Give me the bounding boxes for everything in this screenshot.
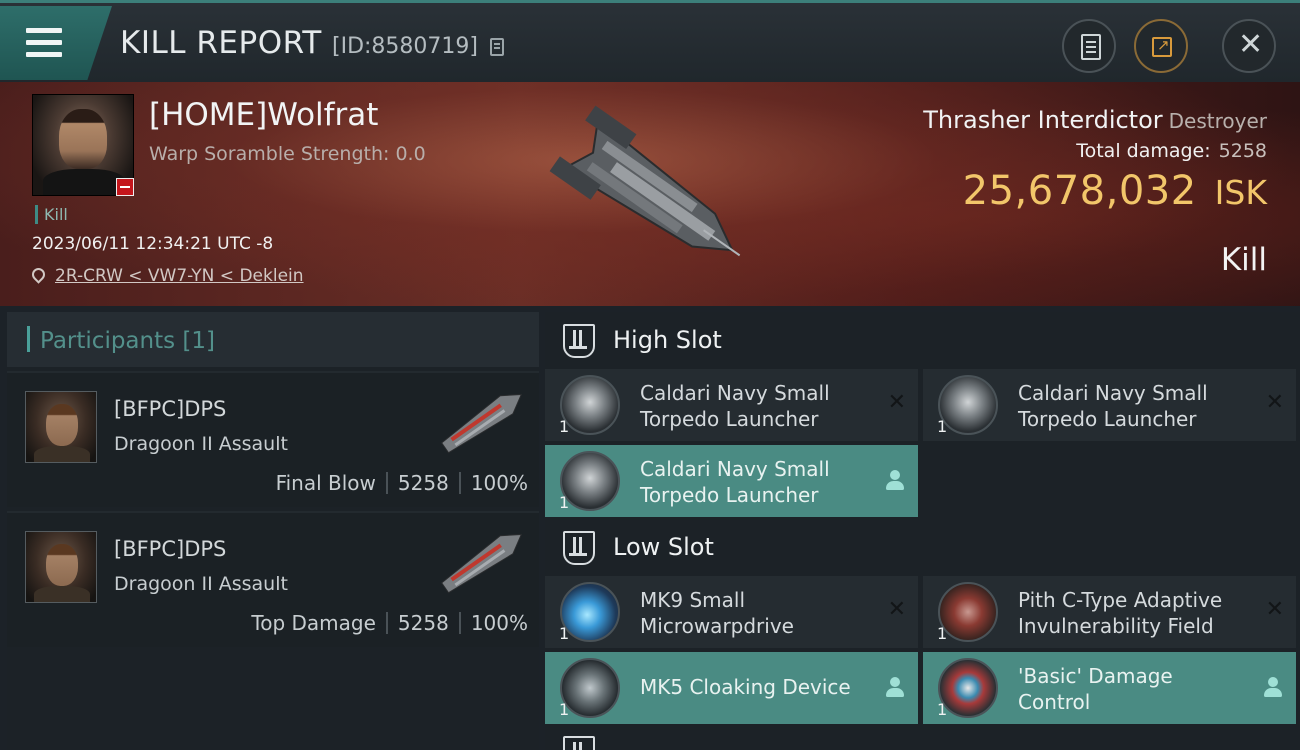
participant-row[interactable]: [BFPC]DPS Dragoon II Assault Top Damage 5… — [7, 511, 539, 647]
close-icon: ✕ — [1238, 27, 1264, 62]
hostile-badge-icon — [116, 178, 134, 196]
module-name: Caldari Navy Small Torpedo Launcher — [640, 381, 830, 431]
total-damage-value: 5258 — [1218, 140, 1267, 162]
module-quantity: 1 — [559, 700, 570, 719]
module-quantity: 1 — [937, 700, 948, 719]
participant-percent: 100% — [470, 611, 528, 635]
victim-name[interactable]: [HOME]Wolfrat — [149, 97, 378, 133]
pilot-icon — [886, 677, 904, 697]
isk-value-row: 25,678,032 ISK — [963, 168, 1267, 214]
participant-percent: 100% — [470, 471, 528, 495]
participant-row[interactable]: [BFPC]DPS Dragoon II Assault Final Blow 5… — [7, 371, 539, 507]
module-item[interactable]: 1 MK9 Small Microwarpdrive ✕ — [545, 576, 918, 648]
kill-tag: Kill — [35, 205, 68, 224]
module-name: Caldari Navy Small Torpedo Launcher — [1018, 381, 1208, 431]
share-button[interactable] — [1134, 19, 1188, 73]
destroyed-icon: ✕ — [1265, 390, 1284, 415]
isk-unit: ISK — [1214, 173, 1267, 212]
participant-ship-image — [441, 393, 523, 454]
destroyed-icon: ✕ — [1265, 597, 1284, 622]
pilot-icon — [886, 470, 904, 490]
module-name: MK9 Small Microwarpdrive — [640, 588, 794, 638]
module-quantity: 1 — [937, 417, 948, 436]
participant-ship-image — [441, 533, 523, 594]
kill-summary-banner: [HOME]Wolfrat Warp Soramble Strength: 0.… — [0, 82, 1300, 306]
total-damage: Total damage: 5258 — [1076, 140, 1267, 162]
module-item[interactable]: 1 Caldari Navy Small Torpedo Launcher — [545, 445, 918, 517]
ship-image — [549, 105, 741, 257]
module-item[interactable]: 1 MK5 Cloaking Device — [545, 652, 918, 724]
notes-button[interactable] — [1062, 19, 1116, 73]
module-item[interactable]: 1 Caldari Navy Small Torpedo Launcher ✕ — [545, 369, 918, 441]
participant-stats: Final Blow 5258 100% — [276, 471, 528, 495]
destroyed-icon: ✕ — [887, 597, 906, 622]
participant-name: [BFPC]DPS — [114, 537, 227, 561]
participants-title: Participants — [40, 328, 176, 354]
low-slot-title: Low Slot — [613, 533, 714, 561]
isk-value: 25,678,032 — [962, 168, 1197, 214]
module-quantity: 1 — [559, 624, 570, 643]
location-pin-icon — [29, 265, 48, 284]
mid-slot-icon — [563, 736, 595, 750]
kill-location[interactable]: 2R-CRW < VW7-YN < Deklein — [29, 265, 304, 286]
low-slot-header: Low Slot — [545, 519, 1300, 576]
high-slot-icon — [563, 324, 595, 358]
close-button[interactable]: ✕ — [1222, 19, 1276, 73]
participant-damage: 5258 — [397, 471, 449, 495]
share-icon — [1152, 36, 1172, 57]
fitting-panel: High Slot 1 Caldari Navy Small Torpedo L… — [545, 312, 1300, 750]
ship-name[interactable]: Thrasher Interdictor Destroyer — [923, 106, 1267, 134]
module-name: Pith C-Type Adaptive Invulnerability Fie… — [1018, 588, 1223, 638]
copy-icon[interactable] — [490, 38, 504, 56]
participant-label: Top Damage — [251, 611, 376, 635]
menu-icon[interactable] — [26, 28, 62, 58]
participant-stats: Top Damage 5258 100% — [251, 611, 528, 635]
participants-count: [1] — [182, 328, 216, 354]
high-slot-header: High Slot — [545, 312, 1300, 369]
module-name: MK5 Cloaking Device — [640, 675, 851, 699]
participants-header: Participants [1] — [7, 312, 539, 367]
participant-label: Final Blow — [275, 471, 376, 495]
total-damage-label: Total damage: — [1076, 140, 1211, 162]
participant-name: [BFPC]DPS — [114, 397, 227, 421]
warp-scramble-strength: Warp Soramble Strength: 0.0 — [149, 143, 426, 165]
top-bar: KILL REPORT [ID:8580719] ✕ — [0, 0, 1300, 82]
module-item[interactable]: 1 Pith C-Type Adaptive Invulnerability F… — [923, 576, 1296, 648]
module-name: 'Basic' Damage Control — [1018, 664, 1173, 714]
pilot-icon — [1264, 677, 1282, 697]
participants-panel: Participants [1] [BFPC]DPS Dragoon II As… — [7, 312, 539, 750]
participant-ship: Dragoon II Assault — [114, 433, 288, 455]
module-quantity: 1 — [559, 417, 570, 436]
menu-tab[interactable] — [0, 6, 112, 80]
participant-ship: Dragoon II Assault — [114, 573, 288, 595]
module-name: Caldari Navy Small Torpedo Launcher — [640, 457, 830, 507]
module-item[interactable]: 1 'Basic' Damage Control — [923, 652, 1296, 724]
module-quantity: 1 — [937, 624, 948, 643]
ship-type: Thrasher Interdictor — [923, 106, 1163, 134]
participant-avatar[interactable] — [25, 391, 97, 463]
page-title: KILL REPORT — [120, 25, 322, 61]
mid-slot-header-partial — [545, 736, 1300, 750]
module-item[interactable]: 1 Caldari Navy Small Torpedo Launcher ✕ — [923, 369, 1296, 441]
high-slot-title: High Slot — [613, 326, 722, 354]
low-slot-icon — [563, 531, 595, 565]
notes-icon — [1081, 34, 1101, 60]
participant-damage: 5258 — [397, 611, 449, 635]
kill-datetime: 2023/06/11 12:34:21 UTC -8 — [32, 234, 274, 254]
destroyed-icon: ✕ — [887, 390, 906, 415]
result-label: Kill — [1220, 242, 1267, 278]
location-link[interactable]: 2R-CRW < VW7-YN < Deklein — [55, 266, 304, 286]
participant-avatar[interactable] — [25, 531, 97, 603]
module-quantity: 1 — [559, 493, 570, 512]
report-id: [ID:8580719] — [332, 34, 478, 59]
ship-class: Destroyer — [1168, 109, 1267, 133]
